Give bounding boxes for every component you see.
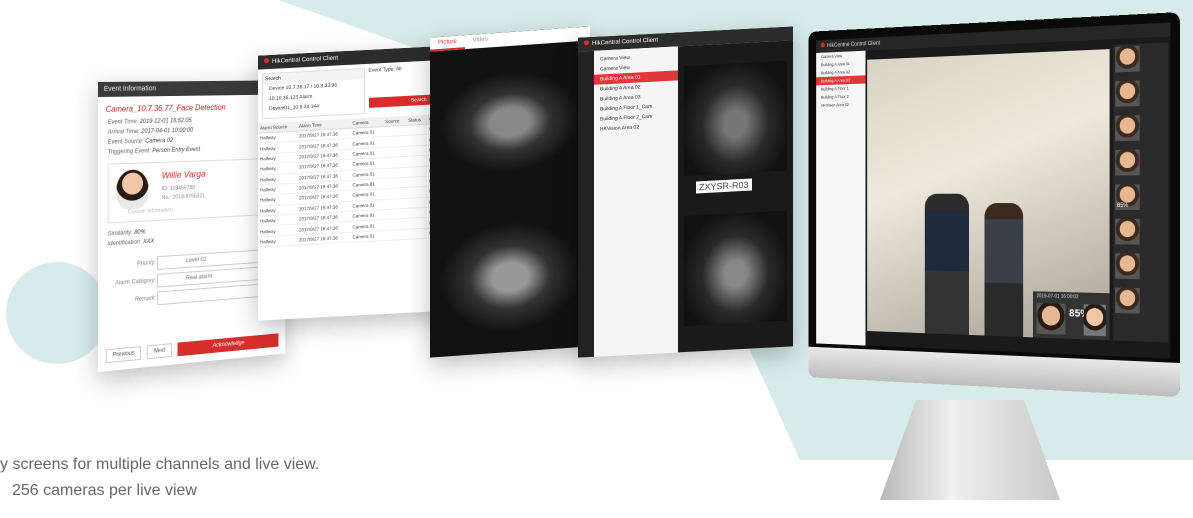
- background-teal-circle: [6, 262, 108, 364]
- face-thumbnail[interactable]: [1115, 253, 1140, 280]
- previous-button[interactable]: Previous: [105, 345, 142, 364]
- event-buttons: Previous Next Acknowledge: [105, 333, 279, 364]
- person-photo: [116, 169, 149, 211]
- monitor-camera-tree: Camera View Building A Area 01 Building A …: [816, 50, 866, 346]
- person-id: ID: 123456789: [161, 184, 196, 193]
- face-thumbnail[interactable]: [1115, 45, 1140, 73]
- tab-picture[interactable]: Picture: [430, 35, 465, 52]
- tab-video[interactable]: Video: [465, 33, 496, 49]
- custom-information-link[interactable]: Custom Information: [128, 207, 173, 215]
- table-cell: 2017/9/27 16:47:36: [297, 232, 351, 246]
- app-logo-icon: [820, 42, 825, 48]
- matched-face: [1083, 304, 1106, 337]
- table-cell: Camera 01: [350, 230, 384, 243]
- caption-line-1: y screens for multiple channels and live…: [0, 456, 320, 473]
- face-thumbnail[interactable]: 85%: [1115, 184, 1140, 210]
- face-thumbnail[interactable]: [1115, 218, 1140, 245]
- person-number: No.: 2019-8765321: [161, 193, 206, 202]
- acknowledge-button[interactable]: Acknowledge: [177, 333, 279, 357]
- face-match-popup[interactable]: 2019-07-01 16:00:02 85%: [1032, 291, 1110, 341]
- face-thumbnail[interactable]: [1115, 287, 1140, 314]
- match-time: 2019-07-01 16:00:02: [1036, 293, 1079, 301]
- monitor-screen: HikCentral Control Client Camera View Bui…: [816, 22, 1171, 359]
- face-thumbnail[interactable]: [1115, 115, 1140, 142]
- table-cell: Hallway: [258, 234, 298, 248]
- table-cell: [383, 229, 407, 241]
- face-thumbnail-column: 85%: [1113, 42, 1169, 343]
- table-cell: [406, 228, 428, 240]
- vehicle-video-panel: Picture Video: [430, 26, 590, 358]
- person-figure-man: [924, 193, 969, 335]
- person-figure-woman: [984, 203, 1024, 337]
- vehicle-snapshot-top: [440, 67, 580, 177]
- camera-tree-item[interactable]: HKVision Area 02: [816, 100, 865, 110]
- monitor-bezel: HikCentral Control Client Camera View Bui…: [808, 12, 1180, 397]
- device-tree: Search Device 10.7.36.17 / 10.8.33.96 10…: [262, 68, 365, 120]
- vehicle-snapshot-bottom: [440, 217, 580, 337]
- next-button[interactable]: Next: [147, 343, 172, 360]
- client-camera-tree: Camera View Camera View Building A Area 01…: [594, 46, 678, 358]
- face-thumbnail[interactable]: [1115, 149, 1140, 176]
- client-left-rail: [578, 50, 594, 358]
- person-name: Willie Varga: [161, 169, 206, 181]
- caption-line-2: 256 cameras per live view: [12, 482, 197, 499]
- face-thumbnail[interactable]: [1115, 80, 1140, 107]
- person-card: Willie Varga ID: 123456789 No.: 2019-876…: [107, 157, 277, 224]
- app-logo-icon: [584, 40, 589, 46]
- captured-face: [1036, 302, 1066, 335]
- imac-monitor: HikCentral Control Client Camera View Bui…: [753, 12, 1180, 397]
- app-logo-icon: [264, 58, 269, 64]
